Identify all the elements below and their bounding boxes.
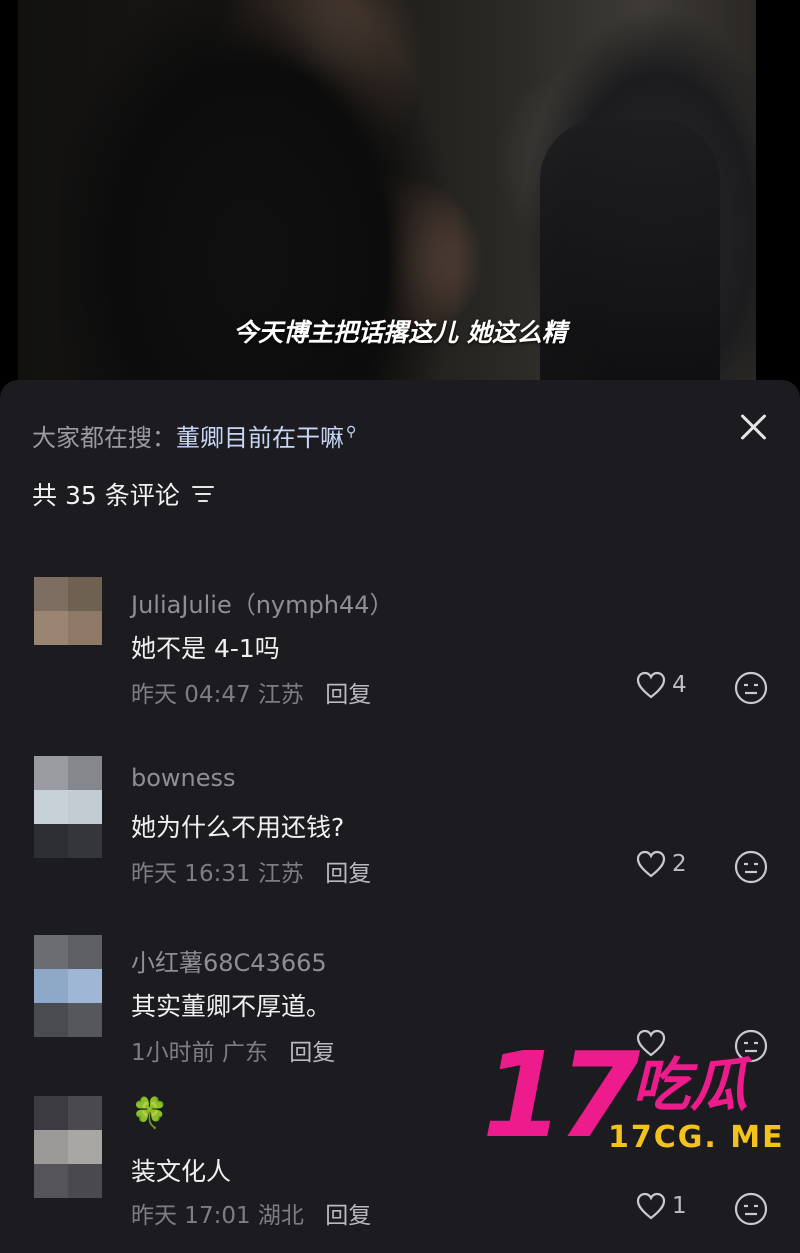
- dislike-face-icon[interactable]: [734, 671, 768, 705]
- like-count: 2: [672, 851, 687, 877]
- search-prefix: 大家都在搜：: [32, 424, 176, 452]
- comment-username[interactable]: bowness: [131, 764, 236, 792]
- avatar[interactable]: [34, 1096, 102, 1198]
- video-player[interactable]: 今天博主把话撂这儿 她这么精: [0, 0, 800, 400]
- comment-time: 昨天 16:31: [131, 861, 251, 887]
- watermark-logo: 17 吃瓜 17CG. ME: [482, 1036, 800, 1156]
- sort-icon[interactable]: [191, 485, 216, 503]
- comment-item: bowness 她为什么不用还钱? 昨天 16:31 江苏 回复 2: [0, 756, 800, 916]
- reply-button[interactable]: 回复: [325, 861, 371, 887]
- comment-text: 其实董卿不厚道。: [131, 992, 332, 1021]
- search-icon: ⚲: [346, 424, 357, 440]
- comment-time: 昨天 04:47: [131, 682, 251, 708]
- comment-location: 广东: [221, 1040, 268, 1066]
- heart-icon: [636, 850, 666, 878]
- dislike-face-icon[interactable]: [734, 850, 768, 884]
- video-subtitle: 今天博主把话撂这儿 她这么精: [233, 318, 567, 347]
- comment-meta: 昨天 04:47 江苏 回复: [131, 675, 371, 709]
- heart-icon: [636, 1192, 666, 1220]
- comment-meta: 昨天 17:01 湖北 回复: [131, 1196, 371, 1230]
- avatar[interactable]: [34, 756, 102, 858]
- like-button[interactable]: 1: [636, 1192, 687, 1220]
- reply-button[interactable]: 回复: [325, 682, 371, 708]
- avatar[interactable]: [34, 577, 102, 645]
- avatar[interactable]: [34, 935, 102, 1037]
- search-term-link[interactable]: 董卿目前在干嘛: [176, 424, 344, 452]
- like-button[interactable]: 2: [636, 850, 687, 878]
- comment-username[interactable]: 小红薯68C43665: [131, 943, 327, 978]
- watermark-url: 17CG. ME: [608, 1120, 785, 1155]
- comment-time: 昨天 17:01: [131, 1203, 251, 1229]
- close-icon[interactable]: [736, 410, 770, 444]
- comment-location: 湖北: [257, 1203, 304, 1229]
- reply-button[interactable]: 回复: [289, 1040, 335, 1066]
- comment-item: JuliaJulie（nymph44） 她不是 4-1吗 昨天 04:47 江苏…: [0, 577, 800, 737]
- heart-icon: [636, 671, 666, 699]
- comment-meta: 1小时前 广东 回复: [131, 1033, 335, 1067]
- comment-location: 江苏: [257, 861, 304, 887]
- like-button[interactable]: 4: [636, 671, 687, 699]
- comment-location: 江苏: [257, 682, 304, 708]
- dislike-face-icon[interactable]: [734, 1192, 768, 1226]
- comment-text: 她不是 4-1吗: [131, 634, 280, 663]
- comment-count: 共 35 条评论: [32, 481, 180, 510]
- like-count: 1: [672, 1193, 687, 1219]
- comment-username[interactable]: JuliaJulie（nymph44）: [131, 585, 394, 620]
- comment-username[interactable]: 🍀: [131, 1096, 168, 1131]
- search-suggestion[interactable]: 大家都在搜：董卿目前在干嘛 ⚲: [32, 418, 356, 453]
- comment-time: 1小时前: [131, 1040, 215, 1066]
- comment-count-row: 共 35 条评论: [32, 476, 216, 512]
- reply-button[interactable]: 回复: [325, 1203, 371, 1229]
- watermark-text: 吃瓜: [632, 1051, 749, 1119]
- comment-meta: 昨天 16:31 江苏 回复: [131, 854, 371, 888]
- comment-text: 她为什么不用还钱?: [131, 813, 345, 842]
- comment-text: 装文化人: [131, 1157, 232, 1186]
- like-count: 4: [672, 672, 687, 698]
